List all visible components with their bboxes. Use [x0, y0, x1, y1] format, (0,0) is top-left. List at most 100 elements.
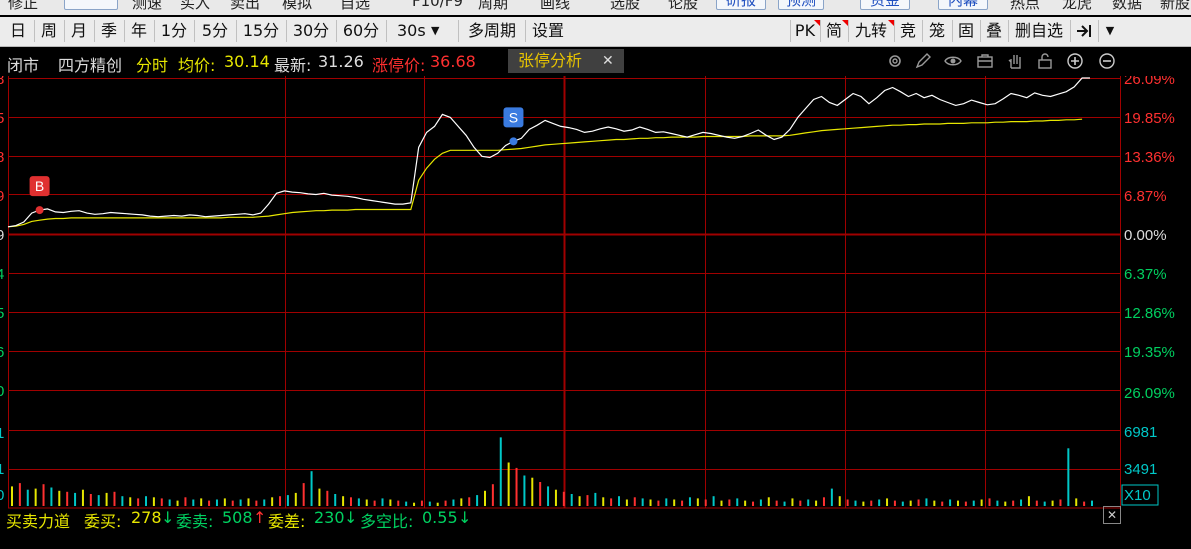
info-bar: 闭市 四方精创 分时 均价: 30.14 最新: 31.26 涨停价: 36.6…: [0, 48, 1191, 76]
period-button[interactable]: 年: [124, 20, 153, 42]
eye-icon[interactable]: [944, 52, 962, 70]
sell-point-dot: [509, 137, 518, 146]
top-menu-item[interactable]: [64, 0, 118, 10]
toolbar-dropdown-icon[interactable]: ▼: [1098, 20, 1121, 42]
left-axis-label: 0: [0, 487, 4, 504]
top-menu-item[interactable]: 测速: [132, 0, 162, 13]
sell-marker-label: S: [509, 109, 518, 125]
toolbar-right-button-label: 固: [957, 21, 974, 40]
toolbar-right-button[interactable]: 固: [952, 20, 979, 42]
top-menu-item[interactable]: 卖出: [230, 0, 260, 13]
left-axis-label: 5: [0, 305, 4, 322]
percent-axis-label: 6.37%: [1124, 266, 1167, 283]
toolbar-right-button-label: 笼: [928, 21, 945, 40]
toolbar-right-button[interactable]: 简: [820, 20, 848, 42]
average-price-line: [7, 118, 1083, 228]
top-menu-item[interactable]: 研报: [716, 0, 766, 10]
chevron-down-icon: ▼: [431, 24, 440, 37]
ask-volume-label: 委卖:: [176, 512, 214, 531]
toolbar-right-button-label: 简: [825, 21, 842, 40]
percent-axis-label: 13.36%: [1124, 149, 1175, 166]
period-button[interactable]: 60分: [336, 20, 385, 42]
left-axis-label: 8: [0, 76, 4, 88]
close-icon[interactable]: ✕: [1103, 506, 1121, 524]
toolbar-right-button[interactable]: 笼: [922, 20, 951, 42]
draw-pen-icon[interactable]: [914, 52, 932, 70]
toolbar-right-button-label: 删自选: [1014, 21, 1063, 40]
period-button[interactable]: 日: [4, 20, 32, 42]
left-axis-label: 9: [0, 188, 4, 205]
limit-analysis-tab[interactable]: 张停分析 ✕: [508, 49, 624, 73]
top-menu-item[interactable]: 内幕: [938, 0, 988, 10]
left-axis-label: 4: [0, 266, 4, 283]
toolbar-right-button[interactable]: PK: [790, 20, 820, 42]
multi-period-button[interactable]: 多周期: [458, 20, 525, 42]
top-menu-item[interactable]: 论股: [668, 0, 698, 13]
top-menu-item[interactable]: 模拟: [282, 0, 312, 13]
add-circle-icon[interactable]: [1066, 52, 1084, 70]
lock-icon[interactable]: [1036, 52, 1054, 70]
top-menu-item[interactable]: F10/F9: [412, 0, 463, 10]
top-menu-item[interactable]: 修正: [8, 0, 38, 13]
last-price-value: 31.26: [318, 52, 364, 71]
avg-price-label: 均价:: [178, 56, 216, 75]
left-axis-label: 8: [0, 149, 4, 166]
period-button[interactable]: 季: [94, 20, 123, 42]
close-icon[interactable]: ✕: [602, 49, 614, 73]
top-menu-item[interactable]: 龙虎: [1062, 0, 1092, 13]
price-line: [7, 77, 1090, 228]
top-menu-item[interactable]: 画线: [540, 0, 570, 13]
toolbar-right-button-label: 叠: [985, 21, 1002, 40]
top-menu-item[interactable]: 自选: [340, 0, 370, 13]
limit-price-value: 36.68: [430, 52, 476, 71]
stock-name: 四方精创: [58, 56, 123, 75]
percent-axis-label: 6.87%: [1124, 188, 1167, 205]
pin-icon[interactable]: [1070, 20, 1097, 42]
toolbar-right-button[interactable]: 删自选: [1008, 20, 1069, 42]
hand-icon[interactable]: [1006, 52, 1024, 70]
volume-axis-label: X10: [1124, 487, 1151, 504]
period-button[interactable]: 1分: [154, 20, 193, 42]
intraday-chart[interactable]: B S 26.09% 19.85% 13.36% 6.87% 0.00% 6.37% 12.86…: [0, 76, 1191, 549]
left-axis-label: 0: [0, 383, 4, 400]
period-toolbar: 日周月季年 1分 5分 15分 30分 60分 30s ▼ 多周期 设置 PK 简九转竞笼固…: [0, 17, 1191, 47]
period-button[interactable]: 5分: [194, 20, 235, 42]
market-status: 闭市: [7, 56, 40, 75]
ask-volume-value: 508: [222, 508, 253, 527]
bid-arrow-icon: ↓: [161, 508, 175, 527]
briefcase-icon[interactable]: [976, 52, 994, 70]
power-title: 买卖力道: [6, 512, 71, 531]
ask-arrow-icon: ↑: [253, 508, 267, 527]
period-button[interactable]: 30分: [286, 20, 335, 42]
buy-point-dot: [35, 206, 44, 215]
long-short-ratio-value: 0.55: [422, 508, 458, 527]
left-axis-label: 5: [0, 110, 4, 127]
mode-label: 分时: [136, 56, 169, 75]
percent-axis-label: 26.09%: [1124, 385, 1175, 402]
top-menu-item[interactable]: 资金: [860, 0, 910, 10]
minus-circle-icon[interactable]: [1098, 52, 1116, 70]
ratio-arrow-icon: ↓: [458, 508, 472, 527]
toolbar-right-button-label: 九转: [854, 21, 887, 40]
period-button[interactable]: 周: [34, 20, 63, 42]
top-menu-item[interactable]: 周期: [478, 0, 508, 13]
period-button[interactable]: 月: [64, 20, 93, 42]
settings-button[interactable]: 设置: [525, 20, 570, 42]
top-menu-item[interactable]: 买入: [180, 0, 210, 13]
toolbar-right-button[interactable]: 九转: [848, 20, 894, 42]
limit-price-label: 涨停价:: [372, 56, 426, 75]
percent-axis-label: 12.86%: [1124, 305, 1175, 322]
top-menu-item[interactable]: 选股: [610, 0, 640, 13]
top-menu-item[interactable]: 新股: [1160, 0, 1190, 13]
period-select[interactable]: 30s ▼: [386, 20, 445, 42]
settings-gear-icon[interactable]: [886, 52, 904, 70]
toolbar-right-button[interactable]: 竞: [894, 20, 921, 42]
top-menu-item[interactable]: 数据: [1112, 0, 1142, 13]
toolbar-right-button[interactable]: 叠: [980, 20, 1007, 42]
top-menu-item[interactable]: 热点: [1010, 0, 1040, 13]
percent-axis-label: 19.35%: [1124, 344, 1175, 361]
top-menu-bar: 修正 测速 买入 卖出 模拟 自选 F10/F9 周期 画线 选股 论股 研报 预测 资金 内幕 热点 龙虎 数据…: [0, 0, 1191, 15]
top-menu-item[interactable]: 预测: [778, 0, 824, 10]
diff-arrow-icon: ↓: [344, 508, 358, 527]
period-button[interactable]: 15分: [236, 20, 285, 42]
